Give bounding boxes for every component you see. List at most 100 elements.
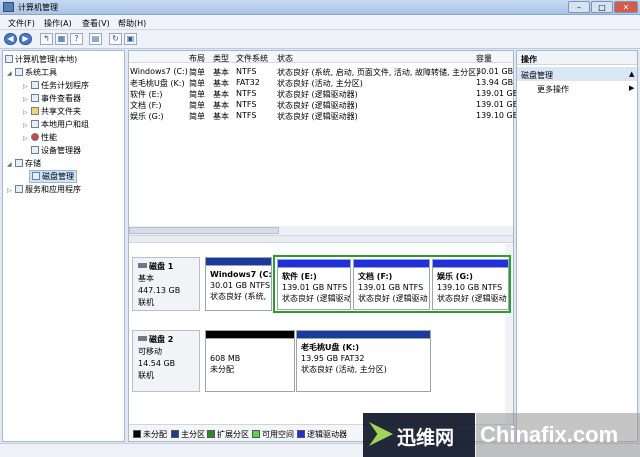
disk-management-pane: 布局 类型 文件系统 状态 容量 Windows7 (C:) 简单 基本 NTF…	[128, 50, 518, 442]
removable-disk-icon	[138, 336, 147, 341]
back-arrow-icon[interactable]: ◀	[4, 33, 17, 45]
partition-e[interactable]: 软件 (E:) 139.01 GB NTFS 状态良好 (逻辑驱动	[277, 259, 351, 310]
column-capacity[interactable]: 容量	[476, 53, 492, 64]
submenu-arrow-icon: ▶	[629, 84, 635, 92]
legend-extended: 扩展分区	[207, 429, 249, 440]
tree-item-device-manager[interactable]: 设备管理器	[31, 145, 81, 156]
menu-action[interactable]: 操作(A)	[44, 18, 72, 29]
maximize-button[interactable]: □	[591, 1, 613, 13]
partition-f[interactable]: 文档 (F:) 139.01 GB NTFS 状态良好 (逻辑驱动	[353, 259, 430, 310]
menu-file[interactable]: 文件(F)	[8, 18, 35, 29]
volume-row[interactable]: Windows7 (C:) 简单 基本 NTFS 状态良好 (系统, 启动, 页…	[129, 67, 513, 78]
legend-free: 可用空间	[252, 429, 294, 440]
legend-swatch	[171, 430, 179, 438]
expand-icon[interactable]: ▷	[7, 187, 13, 194]
logical-drive-bar	[278, 260, 350, 268]
unallocated-bar	[206, 331, 294, 339]
forward-arrow-icon[interactable]: ▶	[19, 33, 32, 45]
tools-icon	[15, 68, 23, 76]
navigation-tree: 计算机管理(本地) ◢ 系统工具 ▷ 任务计划程序 ▷ 事件查看器 ▷ 共享文件夹 ▷ 本…	[2, 50, 125, 442]
menu-bar: 文件(F) 操作(A) 查看(V) 帮助(H)	[0, 15, 640, 30]
tree-item-storage[interactable]: ◢ 存储	[7, 158, 41, 169]
chinafix-watermark: Chinafix.com	[476, 413, 640, 457]
tree-item-task-scheduler[interactable]: ▷ 任务计划程序	[23, 80, 89, 91]
logical-drive-bar	[433, 260, 508, 268]
logical-drive-bar	[354, 260, 429, 268]
partition-unallocated[interactable]: 608 MB 未分配	[205, 330, 295, 392]
column-status[interactable]: 状态	[277, 53, 293, 64]
volume-row[interactable]: 老毛桃U盘 (K:) 简单 基本 FAT32 状态良好 (活动, 主分区) 13…	[129, 78, 513, 89]
expand-icon[interactable]: ▷	[23, 96, 29, 103]
disk-icon	[138, 263, 147, 268]
xunwei-watermark: 迅维网	[363, 413, 475, 457]
primary-partition-bar	[297, 331, 430, 339]
legend-unallocated: 未分配	[133, 429, 167, 440]
toolbar: ◀ ▶ ↰ ▦ ? ▤ ↻ ▣	[0, 30, 640, 49]
tree-item-root[interactable]: 计算机管理(本地)	[5, 54, 77, 65]
tree-item-shared-folders[interactable]: ▷ 共享文件夹	[23, 106, 81, 117]
more-actions-link[interactable]: 更多操作	[537, 84, 569, 95]
clock-icon	[31, 81, 39, 89]
primary-partition-bar	[206, 258, 271, 266]
legend-swatch	[252, 430, 260, 438]
legend-primary: 主分区	[171, 429, 205, 440]
expand-icon[interactable]: ▷	[23, 122, 29, 129]
storage-icon	[15, 159, 23, 167]
refresh-icon[interactable]: ↻	[109, 33, 122, 45]
chevron-logo-icon	[369, 422, 393, 446]
close-button[interactable]: ✕	[614, 1, 638, 13]
disk-1-info[interactable]: 磁盘 1 基本 447.13 GB 联机	[132, 257, 200, 311]
tree-item-system-tools[interactable]: ◢ 系统工具	[7, 67, 57, 78]
collapse-icon[interactable]: ◢	[7, 70, 13, 77]
properties-icon[interactable]: ▤	[89, 33, 102, 45]
tree-item-disk-management[interactable]: 磁盘管理	[29, 170, 77, 183]
tree-item-performance[interactable]: ▷ 性能	[23, 132, 57, 143]
disk-management-icon	[32, 172, 40, 180]
pane-splitter[interactable]	[129, 235, 513, 243]
minimize-button[interactable]: –	[568, 1, 590, 13]
collapse-section-icon[interactable]: ▲	[629, 70, 634, 78]
tree-item-event-viewer[interactable]: ▷ 事件查看器	[23, 93, 81, 104]
window-title: 计算机管理	[18, 3, 58, 12]
tree-item-users-groups[interactable]: ▷ 本地用户和组	[23, 119, 89, 130]
export-list-icon[interactable]: ▣	[124, 33, 137, 45]
expand-icon[interactable]: ▷	[23, 83, 29, 90]
volume-row[interactable]: 软件 (E:) 简单 基本 NTFS 状态良好 (逻辑驱动器) 139.01 G…	[129, 89, 518, 100]
expand-icon[interactable]: ▷	[23, 109, 29, 116]
expand-icon[interactable]: ▷	[23, 135, 29, 142]
users-icon	[31, 120, 39, 128]
event-log-icon	[31, 94, 39, 102]
legend-swatch	[133, 430, 141, 438]
column-type[interactable]: 类型	[213, 53, 229, 64]
partition-c[interactable]: Windows7 (C:) 30.01 GB NTFS 状态良好 (系统,	[205, 257, 272, 311]
horizontal-scrollbar[interactable]	[129, 226, 513, 235]
shared-folder-icon	[31, 107, 39, 115]
volume-row[interactable]: 娱乐 (G:) 简单 基本 NTFS 状态良好 (逻辑驱动器) 139.10 G…	[129, 111, 518, 122]
column-layout[interactable]: 布局	[189, 53, 205, 64]
legend-swatch	[297, 430, 305, 438]
partition-g[interactable]: 娱乐 (G:) 139.10 GB NTFS 状态良好 (逻辑驱动	[432, 259, 509, 310]
scrollbar-thumb[interactable]	[129, 227, 279, 234]
tree-item-services-apps[interactable]: ▷ 服务和应用程序	[7, 184, 81, 195]
legend-swatch	[207, 430, 215, 438]
title-bar: 计算机管理 – □ ✕	[0, 0, 640, 15]
actions-header: 操作	[517, 51, 637, 65]
services-icon	[15, 185, 23, 193]
volume-row[interactable]: 文档 (F:) 简单 基本 NTFS 状态良好 (逻辑驱动器) 139.01 G…	[129, 100, 518, 111]
computer-management-icon	[3, 2, 14, 12]
device-manager-icon	[31, 146, 39, 154]
show-hide-tree-icon[interactable]: ▦	[55, 33, 68, 45]
up-folder-icon[interactable]: ↰	[40, 33, 53, 45]
menu-view[interactable]: 查看(V)	[82, 18, 110, 29]
actions-section-disk-management[interactable]: 磁盘管理 ▲	[517, 67, 637, 81]
help-icon[interactable]: ?	[70, 33, 83, 45]
menu-help[interactable]: 帮助(H)	[118, 18, 146, 29]
column-filesystem[interactable]: 文件系统	[236, 53, 268, 64]
volume-list-header: 布局 类型 文件系统 状态 容量	[129, 51, 513, 63]
computer-icon	[5, 55, 13, 63]
disk-2-info[interactable]: 磁盘 2 可移动 14.54 GB 联机	[132, 330, 200, 392]
performance-icon	[31, 133, 39, 141]
collapse-icon[interactable]: ◢	[7, 161, 13, 168]
partition-k[interactable]: 老毛桃U盘 (K:) 13.95 GB FAT32 状态良好 (活动, 主分区)	[296, 330, 431, 392]
actions-pane: 操作 磁盘管理 ▲ 更多操作 ▶	[516, 50, 638, 442]
